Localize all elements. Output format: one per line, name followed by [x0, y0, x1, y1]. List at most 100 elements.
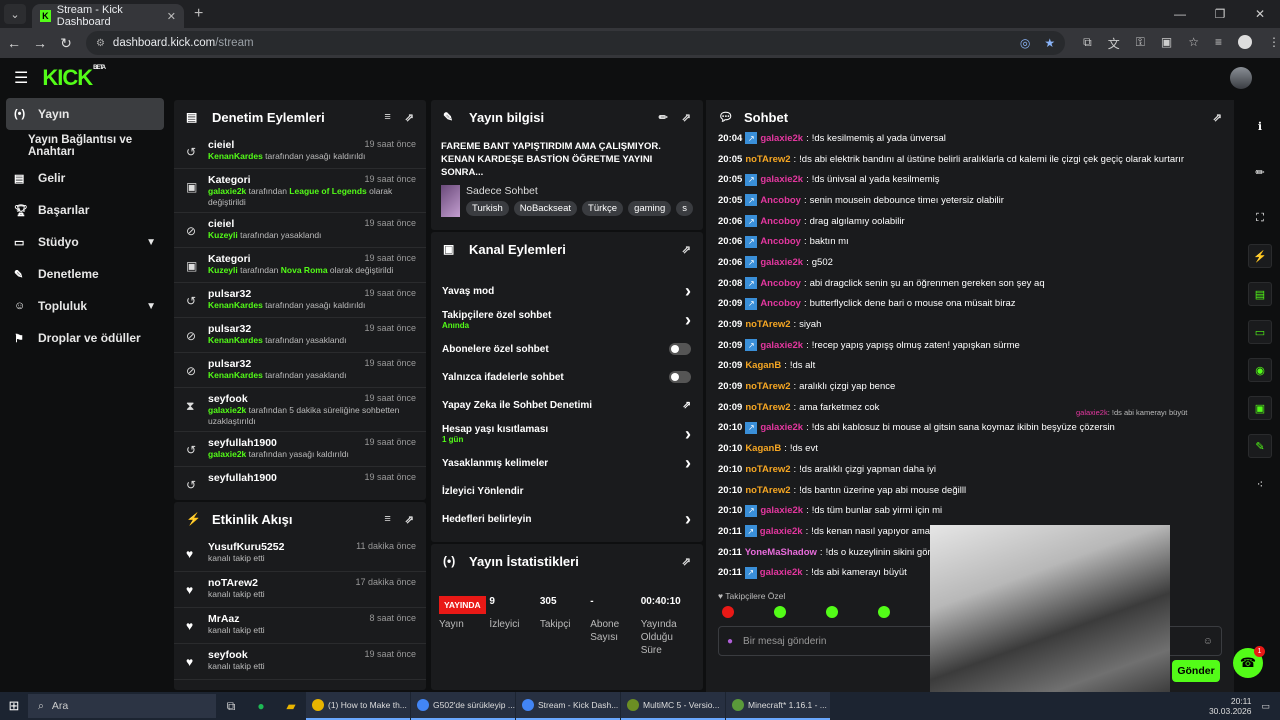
moderation-item[interactable]: ⊘ cieiel 19 saat önce Kuzeyli tarafından ya…: [174, 213, 426, 248]
channel-icon[interactable]: ▣: [1248, 396, 1272, 420]
chat-username[interactable]: Ancoboy: [760, 298, 801, 309]
taskbar-app[interactable]: MultiMC 5 - Versio...: [621, 692, 725, 720]
chat-username[interactable]: galaxie2k: [760, 257, 803, 268]
close-window-icon[interactable]: ✕: [1240, 0, 1280, 28]
popout-icon[interactable]: ⇗: [405, 111, 414, 124]
password-icon[interactable]: ⚿: [1136, 35, 1145, 52]
hamburger-menu-icon[interactable]: ☰: [14, 68, 28, 88]
chat-username[interactable]: noTArew2: [745, 319, 790, 330]
translate-icon[interactable]: 文: [1108, 35, 1120, 52]
sidebar-item-topluluk[interactable]: ☺ Topluluk ▼: [0, 290, 172, 322]
tag-chip[interactable]: NoBackseat: [513, 201, 578, 216]
chat-username[interactable]: noTArew2: [745, 381, 790, 392]
chat-username[interactable]: galaxie2k: [760, 567, 803, 578]
moderation-item[interactable]: ⧗ seyfook 19 saat önce galaxie2k tarafından…: [174, 388, 426, 432]
tab-close-icon[interactable]: ✕: [167, 10, 176, 23]
popout-icon[interactable]: ⇗: [682, 111, 691, 124]
media-icon[interactable]: ≡: [1215, 35, 1222, 52]
sidebar-item-basarilar[interactable]: 🏆︎ Başarılar: [0, 194, 172, 226]
chat-username[interactable]: noTArew2: [745, 402, 790, 413]
chat-username[interactable]: noTArew2: [745, 464, 790, 475]
chat-username[interactable]: galaxie2k: [760, 526, 803, 537]
sidebar-item-droplar[interactable]: ⚑ Droplar ve ödüller: [0, 322, 172, 354]
edit-icon[interactable]: ✏: [659, 111, 668, 124]
moderation-item[interactable]: ▣ Kategori 19 saat önce galaxie2k tarafında…: [174, 169, 426, 213]
chat-username[interactable]: noTArew2: [745, 485, 790, 496]
channel-action-item[interactable]: Takipçilere özel sohbet Anında ›: [431, 305, 703, 335]
taskbar-app[interactable]: G502'de sürükleyip ...: [411, 692, 515, 720]
channel-action-item[interactable]: Yalnızca ifadelerle sohbet: [431, 363, 703, 391]
tracking-icon[interactable]: ◎: [1020, 36, 1030, 50]
tab-search-button[interactable]: ⌄: [4, 4, 26, 24]
extensions-icon[interactable]: ⧉: [1083, 35, 1092, 52]
channel-action-item[interactable]: Yavaş mod ›: [431, 277, 703, 305]
bookmark-star-icon[interactable]: ★: [1044, 36, 1055, 50]
chat-username[interactable]: galaxie2k: [760, 340, 803, 351]
reload-icon[interactable]: ↻: [54, 35, 78, 52]
send-button[interactable]: Gönder: [1172, 660, 1220, 682]
activity-item[interactable]: ♥ noTArew2 17 dakika önce kanalı takip etti: [174, 572, 426, 608]
activity-item[interactable]: ♥ seyfook 19 saat önce kanalı takip etti: [174, 644, 426, 680]
moderation-item[interactable]: ▣ Kategori 19 saat önce Kuzeyli tarafından …: [174, 248, 426, 283]
chat-username[interactable]: galaxie2k: [760, 174, 803, 185]
channel-action-item[interactable]: Hedefleri belirleyin ›: [431, 505, 703, 533]
moderation-item[interactable]: ↺ seyfullah1900 19 saat önce: [174, 467, 426, 500]
chat-username[interactable]: galaxie2k: [760, 505, 803, 516]
site-info-icon[interactable]: ⚙: [96, 38, 105, 49]
mic-icon[interactable]: ●: [727, 636, 733, 647]
maximize-icon[interactable]: ❐: [1200, 0, 1240, 28]
more-icon[interactable]: ⁖: [1248, 472, 1272, 496]
chat-username[interactable]: KaganB: [745, 360, 781, 371]
chat-username[interactable]: KaganB: [745, 443, 781, 454]
minimize-icon[interactable]: —: [1160, 0, 1200, 28]
taskbar-search[interactable]: ⌕ Ara: [28, 694, 216, 718]
emote-icon[interactable]: [826, 606, 838, 618]
popout-icon[interactable]: ⇗: [682, 243, 691, 256]
popout-icon[interactable]: ⇗: [682, 555, 691, 568]
chat-username[interactable]: galaxie2k: [760, 133, 803, 144]
browser-tab-active[interactable]: K Stream - Kick Dashboard ✕: [32, 4, 184, 28]
channel-action-item[interactable]: Yasaklanmış kelimeler ›: [431, 449, 703, 477]
menu-kebab-icon[interactable]: ⋮: [1268, 35, 1280, 52]
file-explorer-icon[interactable]: ▰: [276, 699, 306, 713]
fullscreen-icon[interactable]: ⛶: [1248, 206, 1272, 230]
forward-icon[interactable]: →: [28, 35, 52, 51]
windows-start-icon[interactable]: ⊞: [0, 698, 28, 714]
moderation-item[interactable]: ⊘ pulsar32 19 saat önce KenanKardes tarafın…: [174, 318, 426, 353]
tag-chip[interactable]: gaming: [628, 201, 672, 216]
channel-action-item[interactable]: Yapay Zeka ile Sohbet Denetimi ⇗: [431, 391, 703, 419]
popout-icon[interactable]: ⇗: [405, 513, 414, 526]
new-tab-button[interactable]: +: [194, 5, 203, 23]
popout-icon[interactable]: ⇗: [1213, 111, 1222, 124]
chat-username[interactable]: Ancoboy: [760, 236, 801, 247]
filter-icon[interactable]: ≡: [384, 111, 390, 124]
edit-icon[interactable]: ✏: [1248, 160, 1272, 184]
toggle-switch[interactable]: [669, 343, 691, 355]
sidebar-item-gelir[interactable]: ▤ Gelir: [0, 162, 172, 194]
moderation-item[interactable]: ⊘ pulsar32 19 saat önce KenanKardes tarafın…: [174, 353, 426, 388]
spotify-icon[interactable]: ●: [246, 699, 276, 713]
lightning-icon[interactable]: ⚡: [1248, 244, 1272, 268]
moderation-item[interactable]: ↺ cieiel 19 saat önce KenanKardes tarafında…: [174, 134, 426, 169]
wrench-icon[interactable]: ✎: [1248, 434, 1272, 458]
channel-action-item[interactable]: Hesap yaşı kısıtlaması 1 gün ›: [431, 419, 703, 449]
sidebar-item-stream-key[interactable]: Yayın Bağlantısı ve Anahtarı: [0, 130, 172, 162]
sidebar-item-denetleme[interactable]: ✎ Denetleme: [0, 258, 172, 290]
moderation-item[interactable]: ↺ seyfullah1900 19 saat önce galaxie2k tara…: [174, 432, 426, 467]
sidebar-item-studyo[interactable]: ▭ Stüdyo ▼: [0, 226, 172, 258]
emote-icon[interactable]: [722, 606, 734, 618]
filter-icon[interactable]: ≡: [384, 513, 390, 526]
tag-chip[interactable]: s: [676, 201, 693, 216]
taskbar-app[interactable]: Minecraft* 1.16.1 - ...: [726, 692, 830, 720]
chat-username[interactable]: YoneMaShadow: [745, 547, 817, 558]
taskbar-app[interactable]: (1) How to Make th...: [306, 692, 410, 720]
activity-item[interactable]: ♥ YusufKuru5252 11 dakika önce kanalı takip…: [174, 536, 426, 572]
activity-item[interactable]: ♥ MrAaz 8 saat önce kanalı takip etti: [174, 608, 426, 644]
toggle-switch[interactable]: [669, 371, 691, 383]
taskbar-app[interactable]: Stream - Kick Dash...: [516, 692, 620, 720]
emote-icon[interactable]: [878, 606, 890, 618]
chat-icon[interactable]: ▭: [1248, 320, 1272, 344]
chat-username[interactable]: galaxie2k: [760, 422, 803, 433]
emote-icon[interactable]: [774, 606, 786, 618]
channel-action-item[interactable]: Abonelere özel sohbet: [431, 335, 703, 363]
